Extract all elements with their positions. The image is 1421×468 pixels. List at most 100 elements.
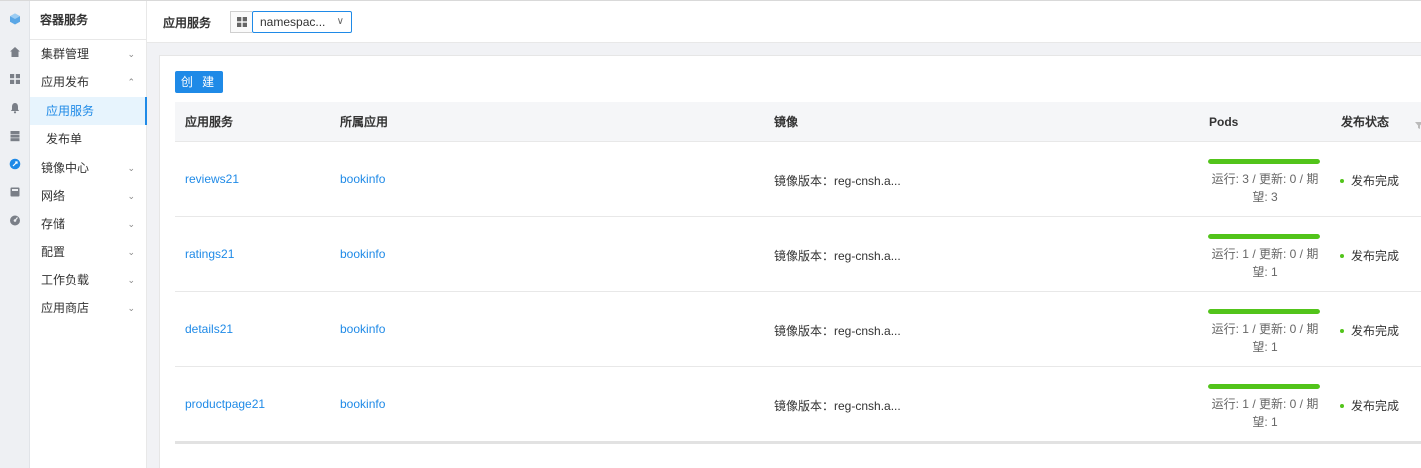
service-name-link[interactable]: reviews21	[185, 172, 239, 186]
icon-rail	[0, 1, 30, 468]
nav-item-label: 应用商店	[41, 301, 90, 315]
nav-item-workloads[interactable]: 工作负载 ⌄	[30, 266, 147, 294]
namespace-select[interactable]: namespac... ∨	[252, 11, 352, 33]
table-header: 应用服务 所属应用 镜像 Pods 发布状态	[175, 102, 1421, 142]
page-title: 应用服务	[163, 16, 212, 30]
service-name-link[interactable]: details21	[185, 322, 233, 336]
column-header-pods: Pods	[1209, 115, 1239, 129]
nav-item-label: 配置	[41, 245, 66, 259]
release-status-text: 发布完成	[1351, 324, 1400, 338]
nav-item-image-center[interactable]: 镜像中心 ⌄	[30, 154, 147, 182]
grid-icon[interactable]	[7, 71, 23, 87]
chevron-down-icon: ⌄	[127, 303, 135, 313]
namespace-selector[interactable]: namespac... ∨	[230, 11, 352, 33]
column-header-app: 所属应用	[340, 115, 389, 129]
release-status-text: 发布完成	[1351, 174, 1400, 188]
nav-item-label: 存储	[41, 217, 66, 231]
release-status-text: 发布完成	[1351, 399, 1400, 413]
release-status: 发布完成	[1340, 172, 1399, 189]
table-row: ratings21 bookinfo 镜像版本：reg-cnsh.a... 运行…	[175, 217, 1421, 292]
status-dot-icon	[1340, 178, 1344, 183]
service-name-link[interactable]: ratings21	[185, 247, 234, 261]
pods-progress-fill	[1208, 384, 1320, 389]
rocket-icon[interactable]	[7, 156, 23, 172]
release-status: 发布完成	[1340, 247, 1399, 264]
nav-subitem-app-services[interactable]: 应用服务	[30, 97, 147, 125]
status-dot-icon	[1340, 253, 1344, 258]
image-version: 镜像版本：reg-cnsh.a...	[774, 324, 901, 338]
horizontal-scrollbar[interactable]	[175, 441, 1421, 444]
table-row: details21 bookinfo 镜像版本：reg-cnsh.a... 运行…	[175, 292, 1421, 367]
pods-cell: 运行: 3 / 更新: 0 / 期望: 3	[1208, 159, 1322, 206]
pods-progress-bar	[1208, 159, 1320, 164]
chevron-down-icon: ⌄	[127, 163, 135, 173]
server-icon[interactable]	[7, 128, 23, 144]
image-version: 镜像版本：reg-cnsh.a...	[774, 174, 901, 188]
home-icon[interactable]	[7, 44, 23, 60]
pods-status-text: 运行: 1 / 更新: 0 / 期望: 1	[1211, 322, 1319, 354]
nav-item-network[interactable]: 网络 ⌄	[30, 182, 147, 210]
nav-item-app-store[interactable]: 应用商店 ⌄	[30, 294, 147, 322]
app-link[interactable]: bookinfo	[340, 247, 385, 261]
nav-item-config[interactable]: 配置 ⌄	[30, 238, 147, 266]
namespace-value: namespac...	[260, 15, 326, 29]
nav-item-app-release[interactable]: 应用发布 ⌃	[30, 68, 147, 96]
nav-subitem-release-orders[interactable]: 发布单	[30, 125, 147, 153]
bell-icon[interactable]	[7, 100, 23, 116]
pods-progress-fill	[1208, 309, 1320, 314]
nav-item-label: 应用发布	[41, 75, 90, 89]
pods-progress-fill	[1208, 159, 1320, 164]
chevron-up-icon: ⌃	[127, 77, 135, 87]
app-link[interactable]: bookinfo	[340, 322, 385, 336]
create-button[interactable]: 创 建	[175, 71, 223, 93]
nav-item-label: 发布单	[46, 132, 83, 146]
pods-progress-bar	[1208, 234, 1320, 239]
nav-item-label: 应用服务	[46, 104, 95, 118]
table-row: productpage21 bookinfo 镜像版本：reg-cnsh.a..…	[175, 367, 1421, 442]
release-status: 发布完成	[1340, 322, 1399, 339]
release-status: 发布完成	[1340, 397, 1399, 414]
release-status-text: 发布完成	[1351, 249, 1400, 263]
status-dot-icon	[1340, 403, 1344, 408]
grid-icon	[230, 11, 252, 33]
pods-status-text: 运行: 3 / 更新: 0 / 期望: 3	[1211, 172, 1319, 204]
app-link[interactable]: bookinfo	[340, 397, 385, 411]
column-header-status: 发布状态	[1341, 115, 1390, 129]
nav-item-storage[interactable]: 存储 ⌄	[30, 210, 147, 238]
image-version: 镜像版本：reg-cnsh.a...	[774, 249, 901, 263]
image-version: 镜像版本：reg-cnsh.a...	[774, 399, 901, 413]
filter-icon[interactable]	[1415, 118, 1421, 132]
storage-icon[interactable]	[7, 184, 23, 200]
nav-item-label: 工作负载	[41, 273, 90, 287]
status-dot-icon	[1340, 328, 1344, 333]
nav-item-cluster-management[interactable]: 集群管理 ⌄	[30, 40, 147, 68]
nav-title: 容器服务	[30, 1, 146, 40]
pods-status-text: 运行: 1 / 更新: 0 / 期望: 1	[1211, 247, 1319, 279]
cube-logo-icon[interactable]	[7, 11, 23, 27]
service-name-link[interactable]: productpage21	[185, 397, 265, 411]
services-table: 应用服务 所属应用 镜像 Pods 发布状态 reviews21 bookinf…	[175, 102, 1421, 442]
column-header-service: 应用服务	[185, 115, 234, 129]
chevron-down-icon: ⌄	[127, 191, 135, 201]
nav-item-label: 集群管理	[41, 47, 90, 61]
table-row: reviews21 bookinfo 镜像版本：reg-cnsh.a... 运行…	[175, 142, 1421, 217]
pods-cell: 运行: 1 / 更新: 0 / 期望: 1	[1208, 309, 1322, 356]
dashboard-icon[interactable]	[7, 212, 23, 228]
nav-sidebar: 容器服务 集群管理 ⌄ 应用发布 ⌃ 应用服务 发布单 镜像中心 ⌄ 网络 ⌄ …	[30, 1, 147, 468]
pods-progress-bar	[1208, 309, 1320, 314]
app-link[interactable]: bookinfo	[340, 172, 385, 186]
chevron-down-icon: ⌄	[127, 49, 135, 59]
pods-status-text: 运行: 1 / 更新: 0 / 期望: 1	[1211, 397, 1319, 429]
pods-cell: 运行: 1 / 更新: 0 / 期望: 1	[1208, 384, 1322, 431]
chevron-down-icon: ⌄	[127, 247, 135, 257]
chevron-down-icon: ∨	[336, 16, 344, 27]
column-header-image: 镜像	[774, 115, 799, 129]
top-bar: 应用服务 namespac... ∨	[147, 1, 1421, 43]
pods-cell: 运行: 1 / 更新: 0 / 期望: 1	[1208, 234, 1322, 281]
chevron-down-icon: ⌄	[127, 219, 135, 229]
pods-progress-bar	[1208, 384, 1320, 389]
pods-progress-fill	[1208, 234, 1320, 239]
nav-item-label: 镜像中心	[41, 161, 90, 175]
nav-item-label: 网络	[41, 189, 66, 203]
app-window: 容器服务 集群管理 ⌄ 应用发布 ⌃ 应用服务 发布单 镜像中心 ⌄ 网络 ⌄ …	[0, 0, 1421, 468]
